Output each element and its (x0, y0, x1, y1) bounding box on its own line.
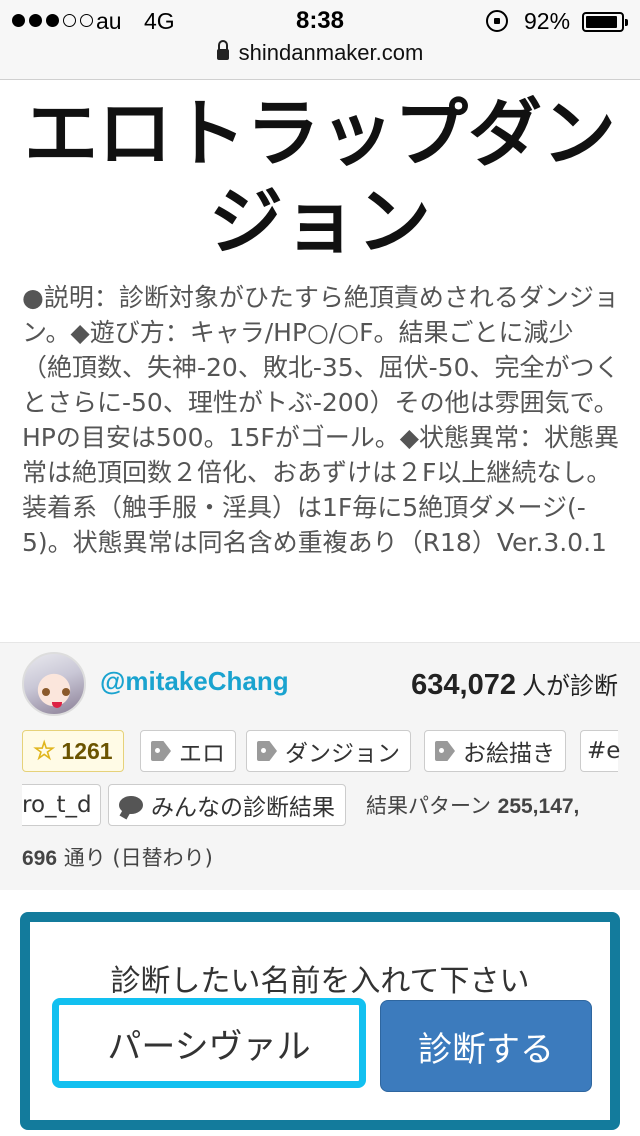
tag-icon (257, 741, 277, 761)
results-link[interactable]: みんなの診断結果 (108, 784, 346, 826)
tag-ero-t-d-start[interactable]: #e (580, 730, 621, 772)
diagnosis-count-number: 634,072 (411, 669, 516, 701)
rotation-lock-icon (486, 10, 508, 32)
patterns-count-part2: 696 (22, 847, 58, 870)
tag-ero-t-d-end[interactable]: ro_t_d (22, 784, 101, 826)
page-title: エロトラップダンジョン (24, 91, 616, 265)
tag-icon (151, 741, 171, 761)
author-link[interactable]: @mitakeChang (100, 666, 289, 697)
comments-icon (119, 796, 143, 814)
favorite-count: 1261 (61, 737, 113, 764)
favorite-button[interactable]: ☆ 1261 (22, 730, 124, 772)
tag-dungeon[interactable]: ダンジョン (246, 730, 411, 772)
browser-status-bar: au 4G 8:38 92% shindanmaker.com (0, 0, 640, 80)
tag-label: ro_t_d (22, 792, 92, 818)
battery-percent: 92% (524, 8, 571, 34)
battery-icon (582, 12, 628, 32)
star-icon: ☆ (33, 736, 56, 765)
tag-label: エロ (179, 741, 225, 767)
patterns-suffix: 通り (日替わり) (63, 846, 213, 870)
result-patterns: 結果パターン 255,147, (366, 790, 579, 820)
url-text: shindanmaker.com (238, 40, 424, 65)
patterns-count-part1: 255,147, (497, 795, 580, 818)
results-link-label: みんなの診断結果 (151, 795, 335, 821)
patterns-label: 結果パターン (366, 794, 491, 818)
diagnosis-form: 診断したい名前を入れて下さい 診断する (20, 912, 620, 1130)
name-input[interactable] (52, 998, 366, 1088)
tag-ero[interactable]: エロ (140, 730, 236, 772)
tag-icon (435, 741, 455, 761)
description: ●説明：診断対象がひたすら絶頂責めされるダンジョン。◆遊び方：キャラ/HP○/○… (22, 283, 620, 557)
tag-label: #e (587, 738, 621, 764)
result-patterns-cont: 696 通り (日替わり) (22, 842, 213, 872)
avatar[interactable] (22, 652, 86, 716)
tag-label: お絵描き (463, 741, 555, 767)
tag-oekaki[interactable]: お絵描き (424, 730, 566, 772)
diagnosis-count-suffix: 人が診断 (522, 672, 618, 700)
tag-label: ダンジョン (285, 741, 400, 767)
status-row: au 4G 8:38 92% (0, 6, 640, 40)
diagnose-button[interactable]: 診断する (380, 1000, 592, 1092)
address-bar[interactable]: shindanmaker.com (0, 40, 640, 72)
diagnosis-count: 634,072 人が診断 (411, 666, 618, 702)
form-prompt: 診断したい名前を入れて下さい (110, 964, 530, 999)
lock-icon (216, 40, 229, 60)
